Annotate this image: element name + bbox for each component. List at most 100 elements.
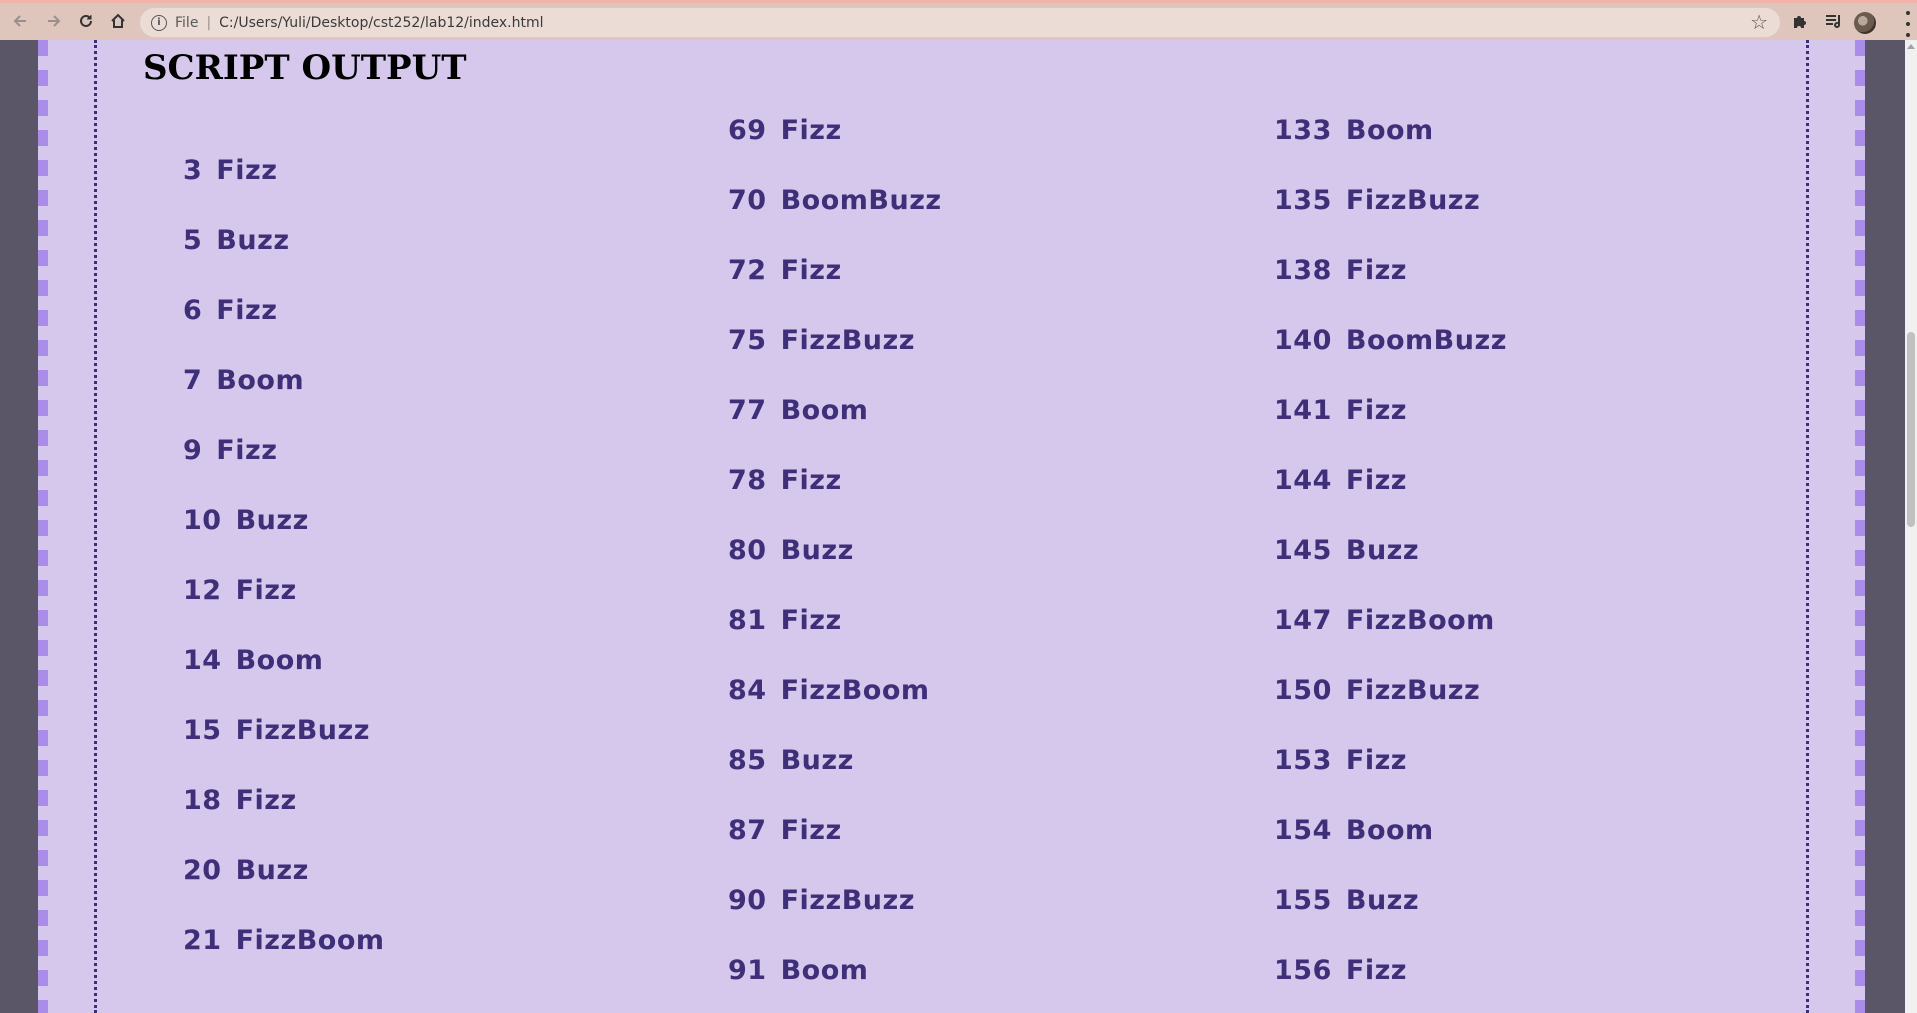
output-line: 9 Fizz xyxy=(183,435,277,475)
output-line: 75 FizzBuzz xyxy=(728,325,915,365)
output-word: BoomBuzz xyxy=(780,185,942,216)
output-number: 84 xyxy=(728,675,767,706)
output-number: 7 xyxy=(183,365,203,396)
info-icon[interactable]: i xyxy=(151,14,167,31)
scroll-up-arrow-icon[interactable] xyxy=(1907,44,1915,49)
output-number: 154 xyxy=(1274,815,1332,846)
scheme-divider: | xyxy=(206,14,212,31)
output-word: Buzz xyxy=(235,505,309,536)
output-number: 140 xyxy=(1274,325,1332,356)
output-line: 70 BoomBuzz xyxy=(728,185,942,225)
output-number: 5 xyxy=(183,225,203,256)
output-number: 21 xyxy=(183,925,222,956)
output-line: 18 Fizz xyxy=(183,785,297,825)
output-line: 20 Buzz xyxy=(183,855,309,895)
output-word: Boom xyxy=(1345,115,1434,146)
output-word: Fizz xyxy=(1345,955,1408,986)
output-word: Fizz xyxy=(780,815,842,846)
output-word: FizzBuzz xyxy=(235,715,370,746)
output-number: 3 xyxy=(183,155,203,186)
output-word: BoomBuzz xyxy=(1345,325,1507,356)
output-word: Fizz xyxy=(1345,395,1408,426)
extensions-button[interactable] xyxy=(1786,9,1814,37)
output-line: 78 Fizz xyxy=(728,465,842,505)
output-line: 81 Fizz xyxy=(728,605,842,645)
output-number: 144 xyxy=(1274,465,1332,496)
output-word: Buzz xyxy=(1345,885,1420,916)
output-number: 133 xyxy=(1274,115,1332,146)
output-word: Fizz xyxy=(780,115,842,146)
home-icon xyxy=(109,12,127,33)
output-line: 10 Buzz xyxy=(183,505,309,545)
output-number: 135 xyxy=(1274,185,1332,216)
output-number: 156 xyxy=(1274,955,1332,986)
output-word: FizzBoom xyxy=(235,925,385,956)
output-word: Buzz xyxy=(780,535,854,566)
output-word: FizzBuzz xyxy=(780,325,915,356)
reading-list-icon xyxy=(1825,13,1843,34)
output-line: 72 Fizz xyxy=(728,255,842,295)
output-word: FizzBuzz xyxy=(1345,675,1481,706)
output-word: FizzBuzz xyxy=(780,885,915,916)
output-word: Fizz xyxy=(216,155,278,186)
arrow-right-icon xyxy=(46,12,62,32)
reading-list-button[interactable] xyxy=(1820,9,1848,37)
output-line: 85 Buzz xyxy=(728,745,854,785)
output-number: 12 xyxy=(183,575,222,606)
scrollbar-thumb[interactable] xyxy=(1907,332,1915,527)
output-line: 91 Boom xyxy=(728,955,868,995)
browser-toolbar: i File | C:/Users/Yuli/Desktop/cst252/la… xyxy=(0,0,1917,40)
reload-icon xyxy=(78,12,94,32)
output-line: 14 Boom xyxy=(183,645,323,685)
dotted-rule-right xyxy=(1806,40,1809,1013)
scheme-label: File xyxy=(175,14,199,31)
output-line: 135 FizzBuzz xyxy=(1274,185,1480,225)
output-number: 145 xyxy=(1274,535,1332,566)
url-text[interactable]: C:/Users/Yuli/Desktop/cst252/lab12/index… xyxy=(219,15,543,31)
output-word: Buzz xyxy=(235,855,309,886)
kebab-menu-icon[interactable] xyxy=(1904,11,1912,37)
output-word: Buzz xyxy=(216,225,290,256)
output-word: Fizz xyxy=(780,465,842,496)
output-line: 77 Boom xyxy=(728,395,868,435)
avatar-icon[interactable] xyxy=(1854,12,1876,34)
output-word: FizzBoom xyxy=(1345,605,1495,636)
output-number: 78 xyxy=(728,465,767,496)
output-word: Boom xyxy=(216,365,305,396)
output-line: 87 Fizz xyxy=(728,815,842,855)
forward-button[interactable] xyxy=(40,8,68,36)
output-number: 153 xyxy=(1274,745,1332,776)
output-word: FizzBuzz xyxy=(1345,185,1481,216)
output-word: Fizz xyxy=(780,255,842,286)
output-number: 70 xyxy=(728,185,767,216)
output-number: 14 xyxy=(183,645,222,676)
section-heading: SCRIPT OUTPUT xyxy=(143,48,467,88)
output-line: 140 BoomBuzz xyxy=(1274,325,1507,365)
output-line: 21 FizzBoom xyxy=(183,925,385,965)
output-word: Fizz xyxy=(235,575,297,606)
page-card: SCRIPT OUTPUT 3 Fizz 5 Buzz 6 Fizz 7 Boom 9 Fizz 1… xyxy=(38,40,1865,1013)
puzzle-icon xyxy=(1792,13,1808,34)
output-number: 155 xyxy=(1274,885,1332,916)
output-word: Fizz xyxy=(780,605,842,636)
star-icon[interactable]: ☆ xyxy=(1750,10,1768,34)
reload-button[interactable] xyxy=(72,8,100,36)
output-line: 147 FizzBoom xyxy=(1274,605,1495,645)
address-bar[interactable]: i File | C:/Users/Yuli/Desktop/cst252/la… xyxy=(140,8,1780,37)
output-number: 10 xyxy=(183,505,222,536)
home-button[interactable] xyxy=(104,8,132,36)
output-word: FizzBoom xyxy=(780,675,930,706)
vertical-scrollbar[interactable] xyxy=(1905,40,1917,1013)
output-word: Fizz xyxy=(235,785,297,816)
dotted-rule-left xyxy=(94,40,97,1013)
output-number: 141 xyxy=(1274,395,1332,426)
output-line: 153 Fizz xyxy=(1274,745,1407,785)
output-line: 138 Fizz xyxy=(1274,255,1407,295)
output-word: Buzz xyxy=(1345,535,1420,566)
output-number: 87 xyxy=(728,815,767,846)
output-line: 84 FizzBoom xyxy=(728,675,930,715)
output-word: Boom xyxy=(780,955,869,986)
output-line: 12 Fizz xyxy=(183,575,297,615)
output-number: 91 xyxy=(728,955,767,986)
back-button[interactable] xyxy=(6,8,34,36)
